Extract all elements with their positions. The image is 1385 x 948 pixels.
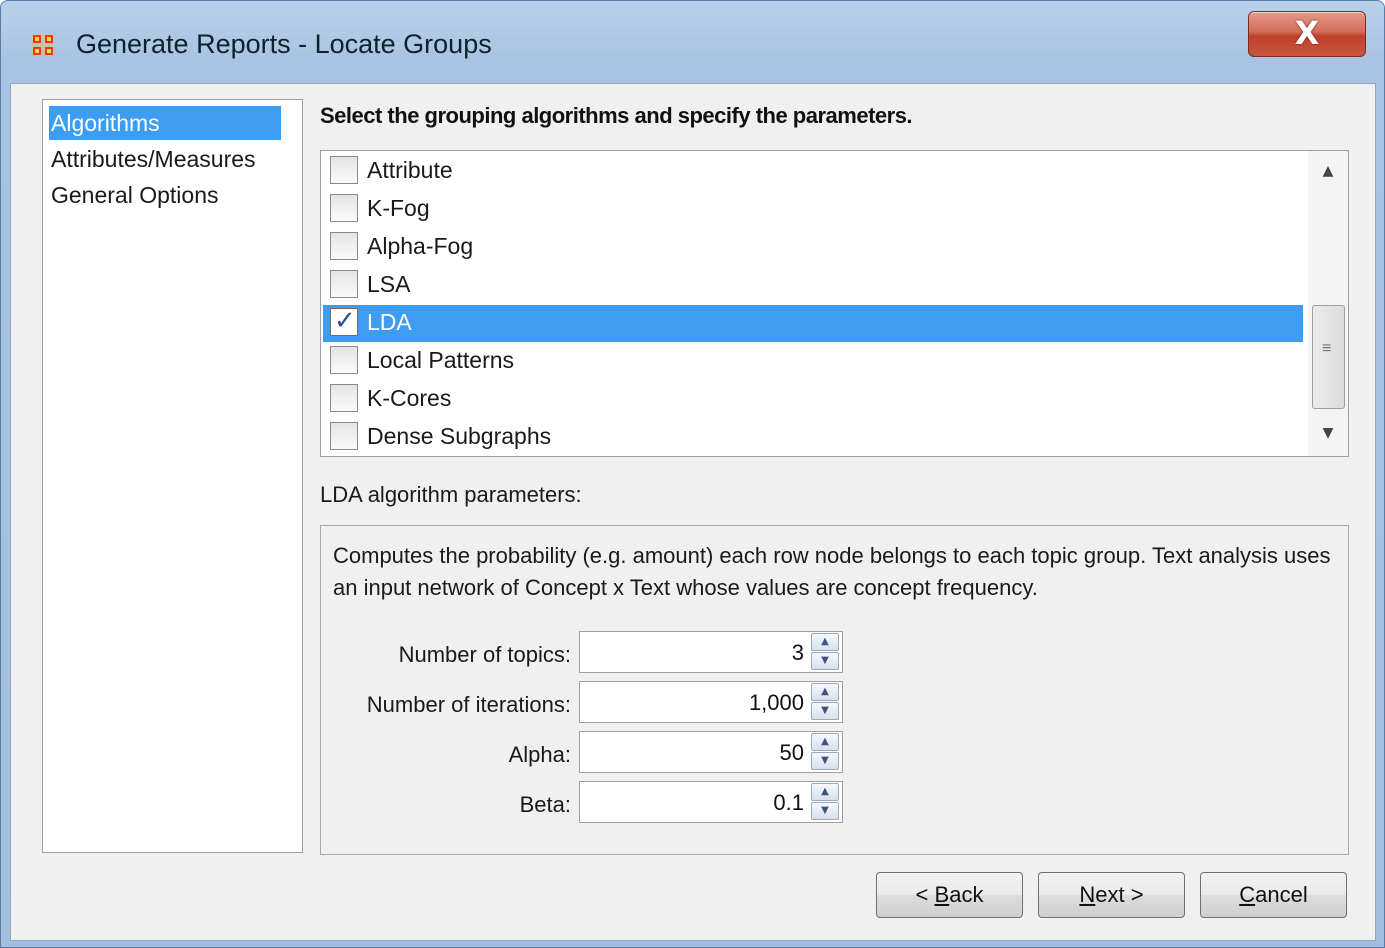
back-button-rest: ack xyxy=(949,882,984,907)
sidebar-item-attributes-measures[interactable]: Attributes/Measures xyxy=(49,142,256,176)
sidebar-item-algorithms[interactable]: Algorithms xyxy=(49,106,281,140)
spinner-value[interactable]: 3 xyxy=(792,640,804,666)
algorithm-row-lda[interactable]: ✓ LDA xyxy=(323,305,1303,342)
algorithm-list: Attribute K-Fog Alpha-Fog LSA ✓ LDA Loca… xyxy=(320,150,1349,457)
algorithm-description: Computes the probability (e.g. amount) e… xyxy=(333,543,1331,600)
algorithm-row-alpha-fog[interactable]: Alpha-Fog xyxy=(323,229,1303,266)
algorithm-row-local-patterns[interactable]: Local Patterns xyxy=(323,343,1303,380)
dialog-client-area: Algorithms Attributes/Measures General O… xyxy=(10,83,1376,941)
algorithm-label: Attribute xyxy=(367,157,453,183)
params-section-title: LDA algorithm parameters: xyxy=(320,482,582,507)
algorithm-label: LSA xyxy=(367,271,411,297)
algorithm-checkbox[interactable] xyxy=(330,194,358,222)
cancel-button[interactable]: Cancel xyxy=(1200,872,1347,918)
algorithm-row-lsa[interactable]: LSA xyxy=(323,267,1303,304)
algorithm-label: LDA xyxy=(367,309,412,335)
spinner-buttons: ▲ ▼ xyxy=(811,633,841,671)
increment-icon[interactable]: ▲ xyxy=(811,683,839,701)
alpha-spinner[interactable]: 50 ▲ ▼ xyxy=(579,731,843,773)
algorithm-checkbox[interactable] xyxy=(330,346,358,374)
algorithm-label: K-Cores xyxy=(367,385,452,411)
spinner-buttons: ▲ ▼ xyxy=(811,733,841,771)
category-list: Algorithms Attributes/Measures General O… xyxy=(42,99,303,853)
cancel-button-mnemonic: C xyxy=(1239,882,1256,907)
next-button-rest: ext > xyxy=(1095,882,1144,907)
algorithm-checkbox[interactable] xyxy=(330,156,358,184)
algorithm-checkbox-checked[interactable]: ✓ xyxy=(330,306,358,336)
algorithm-row-attribute[interactable]: Attribute xyxy=(323,153,1303,190)
cancel-button-rest: ancel xyxy=(1255,882,1308,907)
algorithm-label: Alpha-Fog xyxy=(367,233,474,259)
dialog-window: Generate Reports - Locate Groups X Algor… xyxy=(0,0,1385,948)
title-bar[interactable]: Generate Reports - Locate Groups X xyxy=(1,1,1384,83)
alpha-label: Alpha: xyxy=(508,742,571,767)
decrement-icon[interactable]: ▼ xyxy=(811,802,839,820)
spinner-value[interactable]: 0.1 xyxy=(773,790,804,816)
close-button[interactable]: X xyxy=(1248,11,1366,57)
back-button[interactable]: < Back xyxy=(876,872,1023,918)
grip-icon: ≡ xyxy=(1322,340,1332,357)
number-of-iterations-label: Number of iterations: xyxy=(366,692,571,717)
vertical-scrollbar[interactable]: ▲ ≡ ▼ xyxy=(1308,151,1348,456)
sidebar-item-general-options[interactable]: General Options xyxy=(49,178,218,212)
network-grid-icon xyxy=(32,34,54,56)
window-title: Generate Reports - Locate Groups xyxy=(76,29,492,59)
back-button-prefix: < xyxy=(915,882,935,907)
beta-spinner[interactable]: 0.1 ▲ ▼ xyxy=(579,781,843,823)
increment-icon[interactable]: ▲ xyxy=(811,733,839,751)
increment-icon[interactable]: ▲ xyxy=(811,633,839,651)
next-button-mnemonic: N xyxy=(1079,882,1096,907)
page-title: Select the grouping algorithms and speci… xyxy=(320,103,913,128)
spinner-value[interactable]: 50 xyxy=(780,740,804,766)
decrement-icon[interactable]: ▼ xyxy=(811,752,839,770)
algorithm-label: K-Fog xyxy=(367,195,430,221)
increment-icon[interactable]: ▲ xyxy=(811,783,839,801)
scroll-down-icon[interactable]: ▼ xyxy=(1308,415,1348,451)
number-of-topics-spinner[interactable]: 3 ▲ ▼ xyxy=(579,631,843,673)
number-of-topics-label: Number of topics: xyxy=(398,642,571,667)
spinner-buttons: ▲ ▼ xyxy=(811,683,841,721)
decrement-icon[interactable]: ▼ xyxy=(811,652,839,670)
algorithm-row-k-cores[interactable]: K-Cores xyxy=(323,381,1303,418)
algorithm-checkbox[interactable] xyxy=(330,232,358,260)
spinner-value[interactable]: 1,000 xyxy=(749,690,804,716)
algorithm-label: Dense Subgraphs xyxy=(367,423,552,449)
number-of-iterations-spinner[interactable]: 1,000 ▲ ▼ xyxy=(579,681,843,723)
algorithm-row-dense-subgraphs[interactable]: Dense Subgraphs xyxy=(323,419,1303,456)
algorithm-checkbox[interactable] xyxy=(330,384,358,412)
params-panel: Computes the probability (e.g. amount) e… xyxy=(320,525,1349,855)
algorithm-row-k-fog[interactable]: K-Fog xyxy=(323,191,1303,228)
scrollbar-thumb[interactable]: ≡ xyxy=(1312,305,1345,409)
spinner-buttons: ▲ ▼ xyxy=(811,783,841,821)
close-icon: X xyxy=(1294,14,1320,52)
algorithm-label: Local Patterns xyxy=(367,347,515,373)
checkmark-icon: ✓ xyxy=(334,306,356,336)
next-button[interactable]: Next > xyxy=(1038,872,1185,918)
algorithm-checkbox[interactable] xyxy=(330,422,358,450)
beta-label: Beta: xyxy=(519,792,571,817)
decrement-icon[interactable]: ▼ xyxy=(811,702,839,720)
algorithm-checkbox[interactable] xyxy=(330,270,358,298)
scroll-up-icon[interactable]: ▲ xyxy=(1308,153,1348,189)
back-button-mnemonic: B xyxy=(934,882,950,907)
